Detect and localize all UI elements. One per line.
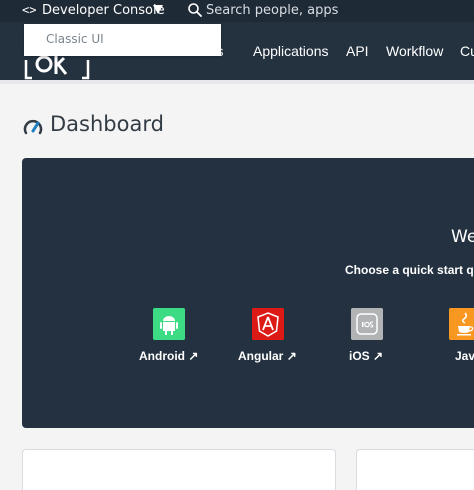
android-icon	[153, 308, 185, 340]
code-icon: <>	[22, 3, 37, 17]
top-bar: <> Developer Console	[0, 0, 474, 22]
dashboard-gauge-icon	[23, 119, 43, 135]
search-input[interactable]	[206, 1, 466, 19]
search-icon	[188, 3, 202, 17]
ios-icon	[351, 308, 383, 340]
quick-start-angular[interactable]: Angular ↗	[236, 308, 336, 378]
nav-divider	[0, 80, 474, 84]
tile-label-angular: Angular	[238, 349, 284, 363]
quick-start-ios[interactable]: iOS ↗	[335, 308, 435, 378]
nav-item-api[interactable]: API	[346, 43, 369, 59]
console-dropdown-menu: Classic UI	[24, 24, 221, 56]
external-arrow-icon: ↗	[286, 349, 297, 363]
dashboard-card	[22, 449, 336, 490]
dashboard-card	[356, 449, 474, 490]
quick-start-java[interactable]: Java	[433, 308, 474, 378]
tile-label-java: Java	[455, 349, 474, 363]
java-icon	[449, 308, 474, 340]
external-arrow-icon: ↗	[373, 349, 384, 363]
caret-down-icon[interactable]	[153, 5, 163, 14]
menu-item-classic-ui[interactable]: Classic UI	[46, 32, 104, 46]
quick-start-android[interactable]: Android ↗	[137, 308, 237, 378]
nav-item-customizations[interactable]: Cu	[460, 43, 474, 59]
external-arrow-icon: ↗	[188, 349, 199, 363]
welcome-title: We	[451, 227, 474, 247]
angular-icon	[252, 308, 284, 340]
tile-label-ios: iOS	[349, 349, 370, 363]
tile-label-android: Android	[139, 349, 185, 363]
developer-console-switcher[interactable]: Developer Console	[42, 3, 165, 18]
nav-item-applications[interactable]: Applications	[253, 43, 329, 59]
page-title: Dashboard	[50, 112, 164, 136]
quick-start-subtitle: Choose a quick start q	[345, 263, 474, 277]
quick-start-panel: We Choose a quick start q Android ↗ Angu…	[22, 158, 474, 428]
nav-item-workflow[interactable]: Workflow	[386, 43, 443, 59]
